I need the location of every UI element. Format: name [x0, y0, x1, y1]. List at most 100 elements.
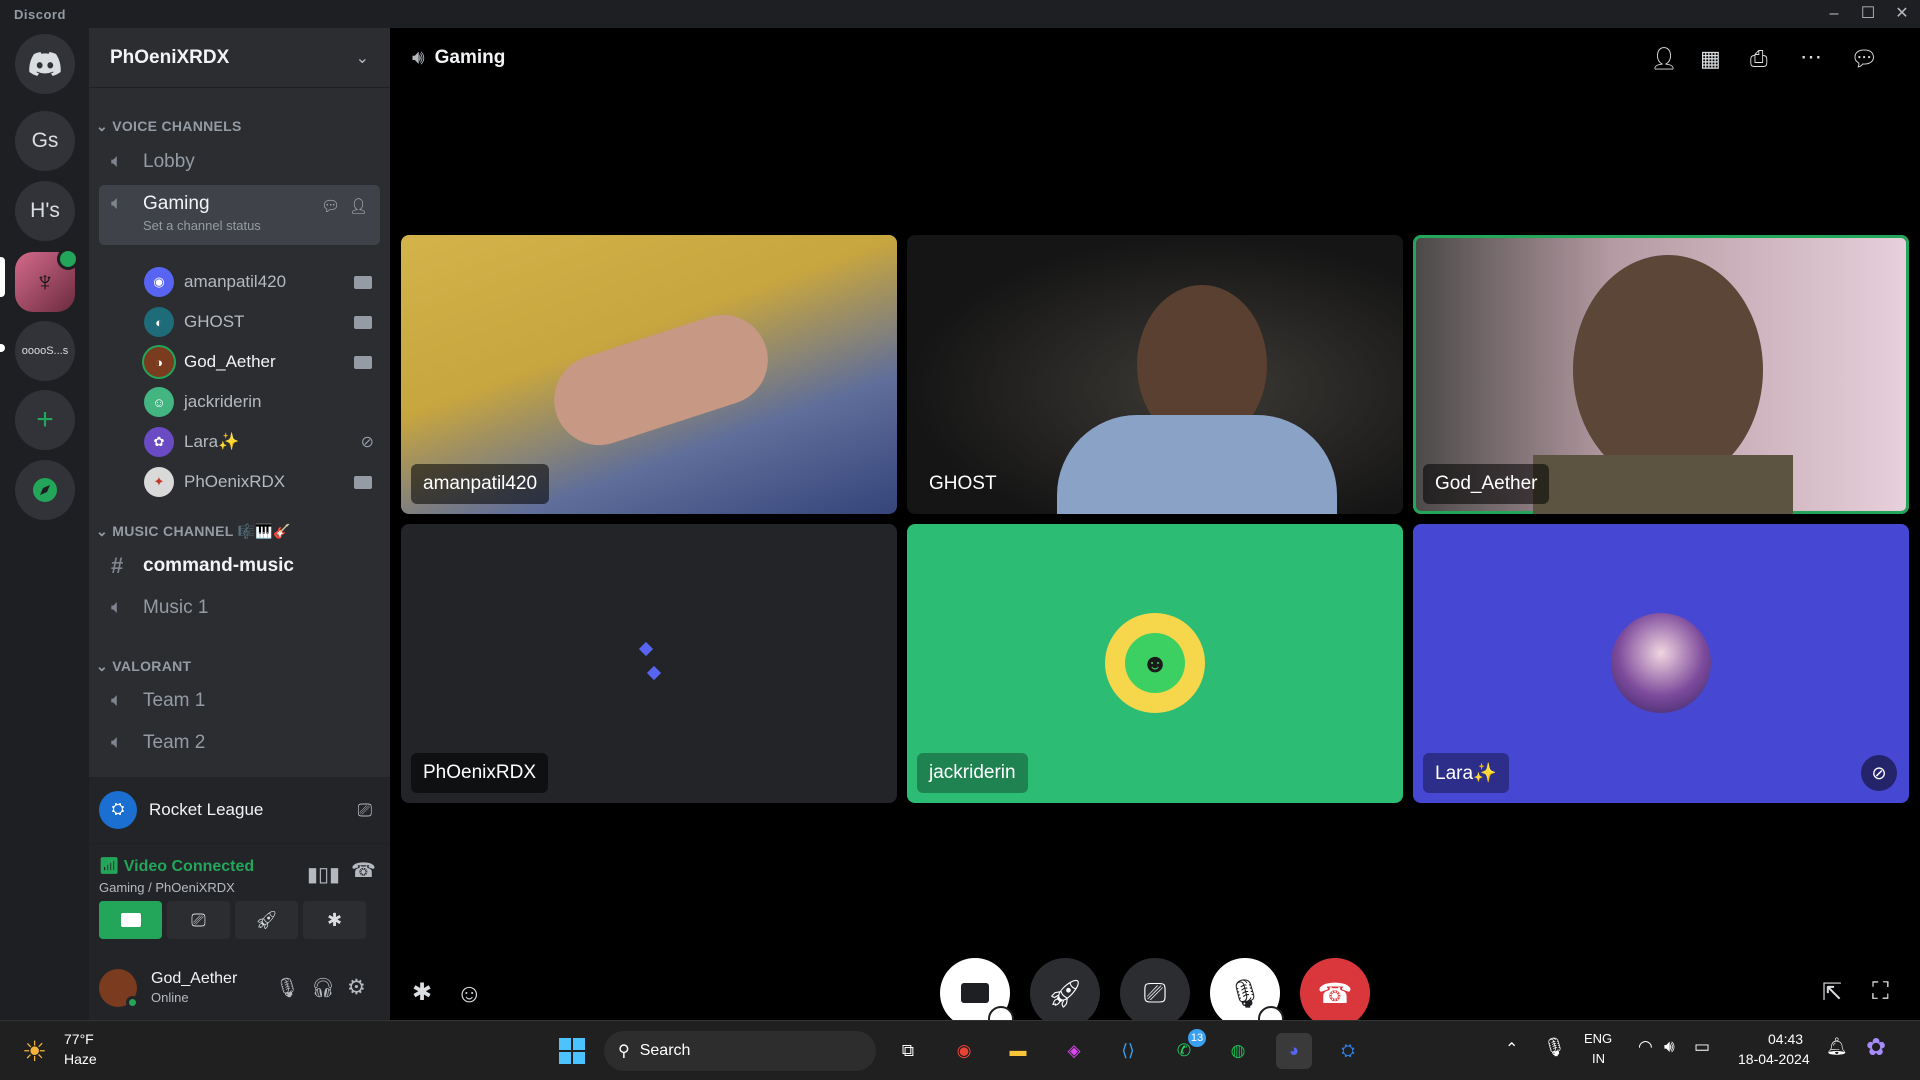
- vscode-icon[interactable]: ⟨⟩: [1110, 1033, 1146, 1069]
- soundboard-icon[interactable]: ✱: [412, 978, 432, 1007]
- explore-servers-icon[interactable]: [15, 460, 75, 520]
- video-button[interactable]: [99, 901, 162, 939]
- call-header: 🔊︎ Gaming: [390, 28, 1920, 88]
- noise-suppression-icon[interactable]: ▮▯▮: [307, 862, 340, 887]
- server-phoenixrdx[interactable]: ♆: [15, 248, 79, 312]
- voice-status[interactable]: 📶︎ Video Connected: [99, 856, 254, 876]
- avatar[interactable]: [99, 968, 139, 1009]
- category-music-channel[interactable]: ⌄ MUSIC CHANNEL 🎼🎹🎸: [96, 523, 291, 540]
- camera-icon: [354, 355, 372, 369]
- username: God_Aether: [151, 970, 238, 987]
- fullscreen-icon[interactable]: ⛶: [1872, 978, 1889, 1006]
- activity-panel[interactable]: ⛭ Rocket League ⎚: [89, 777, 390, 843]
- video-tile[interactable]: ☻ jackriderin: [907, 524, 1403, 803]
- inbox-icon[interactable]: ⎙: [1750, 46, 1768, 72]
- more-options-icon[interactable]: ⋯: [1800, 44, 1822, 70]
- grid-layout-icon[interactable]: ▦: [1700, 46, 1721, 72]
- activities-button[interactable]: 🚀︎: [235, 901, 298, 939]
- microphone-icon[interactable]: 🎙︎: [1543, 1037, 1566, 1058]
- voice-member[interactable]: ◑ God_Aether: [144, 344, 384, 380]
- notification-bell-icon[interactable]: 🔔︎: [1826, 1037, 1848, 1057]
- screen-share-button[interactable]: ⎚: [167, 901, 230, 939]
- category-voice-channels[interactable]: ⌄ VOICE CHANNELS: [96, 118, 242, 135]
- video-tile[interactable]: PhOenixRDX: [401, 524, 897, 803]
- weather-icon[interactable]: ☀: [22, 1035, 47, 1068]
- channel-gaming[interactable]: 🔈︎ Gaming Set a channel status 💬︎ 👤︎: [99, 185, 380, 245]
- music-emoji-icon: 🎼🎹🎸: [237, 523, 291, 539]
- microphone-icon[interactable]: 🎙︎: [275, 976, 299, 1000]
- user-info[interactable]: God_Aether Online: [151, 970, 237, 1005]
- channel-lobby[interactable]: 🔈︎ Lobby: [99, 142, 380, 182]
- whatsapp-icon[interactable]: ✆ 13: [1166, 1029, 1206, 1069]
- channel-command-music[interactable]: # command-music: [99, 546, 380, 586]
- channel-label: Lobby: [143, 151, 195, 172]
- channel-label: command-music: [143, 555, 294, 576]
- chat-icon[interactable]: 💬︎: [321, 197, 340, 215]
- windows-start-icon[interactable]: [554, 1033, 590, 1069]
- title-bar: Discord – ☐ ✕: [0, 0, 1920, 28]
- settings-gear-icon[interactable]: ⚙: [347, 975, 366, 1000]
- volume-icon[interactable]: 🔊︎: [1664, 1037, 1675, 1057]
- voice-member[interactable]: ◉ amanpatil420: [144, 264, 384, 300]
- file-explorer-icon[interactable]: ▬: [1000, 1033, 1036, 1069]
- guild-header[interactable]: PhOeniXRDX ⌄: [89, 28, 390, 88]
- chevron-up-icon[interactable]: ⌃: [1505, 1039, 1518, 1059]
- emoji-icon[interactable]: ☺: [456, 978, 483, 1009]
- toggle-camera-button[interactable]: ⌄: [940, 958, 1014, 1032]
- server-ooooss[interactable]: ooooS...s: [15, 321, 75, 381]
- copilot-icon[interactable]: ✿: [1866, 1033, 1886, 1062]
- task-view-icon[interactable]: ⧉: [890, 1033, 926, 1069]
- activity-button[interactable]: 🚀︎: [1030, 958, 1100, 1028]
- discord-home-icon[interactable]: [15, 34, 75, 94]
- server-hs[interactable]: H's: [15, 181, 75, 241]
- close-icon[interactable]: ✕: [1888, 3, 1916, 25]
- channel-music-1[interactable]: 🔈︎ Music 1: [99, 588, 380, 628]
- share-screen-button[interactable]: ⎚: [1120, 958, 1190, 1028]
- channel-status[interactable]: Set a channel status: [143, 218, 261, 233]
- battery-icon[interactable]: ▭: [1694, 1037, 1710, 1057]
- voice-member[interactable]: ✦ PhOenixRDX: [144, 464, 384, 500]
- maximize-icon[interactable]: ☐: [1854, 3, 1882, 25]
- server-label: Gs: [31, 129, 59, 152]
- toggle-mic-button[interactable]: 🎙︎ ⌄: [1210, 958, 1284, 1032]
- headphones-icon[interactable]: 🎧︎: [311, 976, 335, 1000]
- pop-out-icon[interactable]: ⇱: [1822, 978, 1842, 1007]
- voice-location[interactable]: Gaming / PhOeniXRDX: [99, 880, 235, 895]
- add-server-icon[interactable]: +: [15, 390, 75, 450]
- minimize-icon[interactable]: –: [1820, 3, 1848, 25]
- channel-team-1[interactable]: 🔈︎ Team 1: [99, 681, 380, 721]
- wifi-icon[interactable]: ◠: [1638, 1037, 1653, 1057]
- video-tile-speaking[interactable]: God_Aether: [1413, 235, 1909, 514]
- app-icon[interactable]: ◈: [1056, 1033, 1092, 1069]
- taskbar-search[interactable]: ⚲ Search: [604, 1031, 876, 1071]
- chrome-icon[interactable]: ◉: [946, 1033, 982, 1069]
- video-tile[interactable]: amanpatil420: [401, 235, 897, 514]
- clock-time[interactable]: 04:43: [1768, 1031, 1803, 1047]
- spotify-icon[interactable]: ◍: [1220, 1033, 1256, 1069]
- invite-icon[interactable]: 👤︎: [349, 197, 368, 215]
- voice-member[interactable]: ✿ Lara✨ ⊘: [144, 424, 384, 460]
- stream-game-icon[interactable]: ⎚: [358, 800, 372, 821]
- add-friend-icon[interactable]: 👤︎: [1650, 46, 1678, 72]
- disconnect-icon[interactable]: ☎︎: [351, 858, 376, 883]
- unread-pill: [0, 344, 5, 352]
- language-label[interactable]: ENG: [1584, 1031, 1612, 1046]
- video-tile[interactable]: GHOST: [907, 235, 1403, 514]
- server-gs[interactable]: Gs: [15, 111, 75, 171]
- chat-icon[interactable]: 💬︎: [1850, 46, 1878, 72]
- soundboard-button[interactable]: ✱: [303, 901, 366, 939]
- video-feed: [1533, 455, 1793, 514]
- category-valorant[interactable]: ⌄ VALORANT: [96, 658, 191, 675]
- discord-taskbar-icon[interactable]: ◕: [1276, 1033, 1312, 1069]
- disconnect-button[interactable]: ☎︎: [1300, 958, 1370, 1028]
- participant-name: GHOST: [929, 473, 997, 494]
- video-tile[interactable]: Lara✨ ⊘: [1413, 524, 1909, 803]
- activity-name: Rocket League: [149, 800, 264, 819]
- voice-member[interactable]: ◐ GHOST: [144, 304, 384, 340]
- channel-label: Team 1: [143, 690, 206, 711]
- channel-team-2[interactable]: 🔈︎ Team 2: [99, 723, 380, 763]
- member-name: PhOenixRDX: [184, 472, 286, 491]
- member-name: GHOST: [184, 312, 245, 331]
- voice-member[interactable]: ☺ jackriderin: [144, 384, 384, 420]
- rocket-league-taskbar-icon[interactable]: ⛭: [1330, 1033, 1366, 1069]
